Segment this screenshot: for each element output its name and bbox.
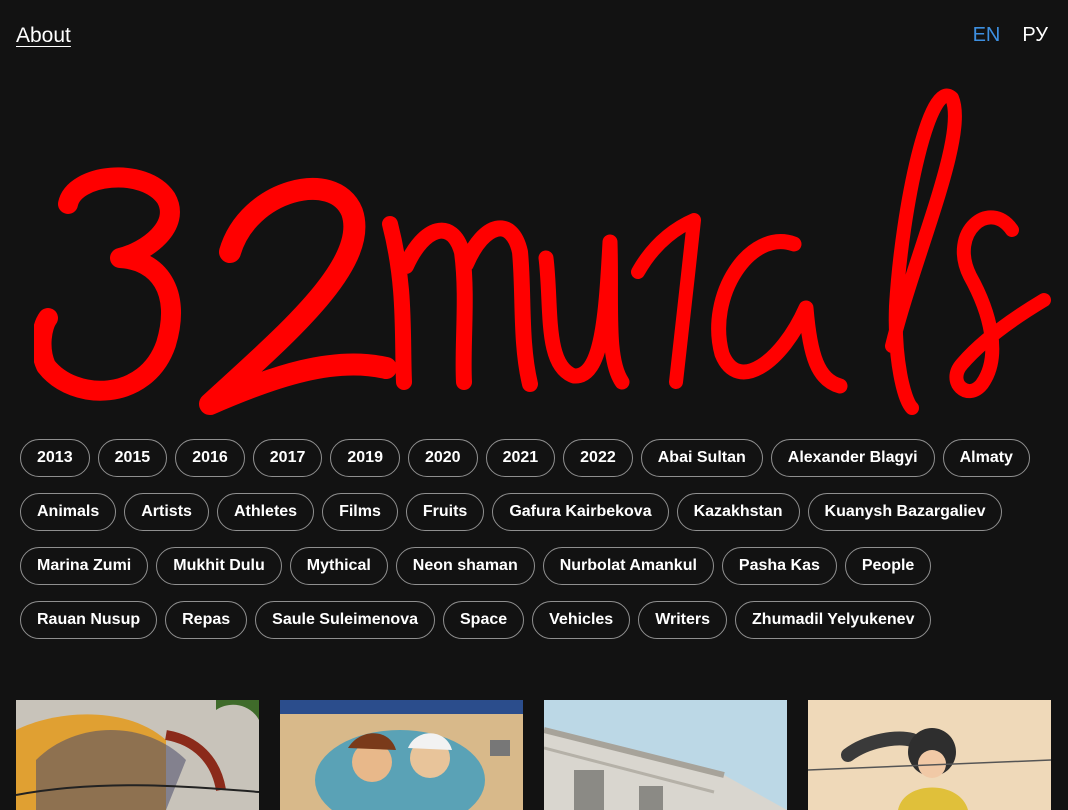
tag-filter[interactable]: 2022 — [563, 439, 633, 477]
tag-list: 2013 2015 2016 2017 2019 2020 2021 2022 Abai Sul… — [20, 439, 1050, 639]
site-logo — [31, 86, 1054, 416]
tag-filter[interactable]: Vehicles — [532, 601, 631, 639]
tag-filter[interactable]: Animals — [20, 493, 117, 531]
tag-filter[interactable]: Almaty — [942, 439, 1030, 477]
lang-ru-button[interactable]: РУ — [1022, 24, 1048, 47]
tag-filter[interactable]: 2015 — [97, 439, 168, 477]
language-switcher: EN РУ — [973, 24, 1048, 47]
tag-filter[interactable]: Abai Sultan — [640, 439, 763, 477]
tag-filter[interactable]: Artists — [124, 493, 209, 531]
tag-filter[interactable]: 2021 — [485, 439, 556, 477]
tag-filter[interactable]: Marina Zumi — [20, 547, 149, 585]
tag-filter[interactable]: Pasha Kas — [721, 547, 837, 585]
tag-filter[interactable]: Nurbolat Amankul — [542, 547, 714, 585]
lang-en-button[interactable]: EN — [973, 24, 1001, 47]
mural-thumbnail[interactable] — [808, 700, 1051, 810]
tag-filter[interactable]: Rauan Nusup — [20, 601, 158, 639]
mural-gallery — [16, 700, 1054, 810]
mural-thumbnail[interactable] — [280, 700, 523, 810]
tag-filter[interactable]: 2020 — [407, 439, 478, 477]
about-link[interactable]: About — [16, 24, 71, 48]
tag-filter[interactable]: 2019 — [330, 439, 400, 477]
tag-filter[interactable]: People — [844, 547, 932, 585]
tag-filter[interactable]: Films — [322, 493, 398, 531]
tag-filter[interactable]: Gafura Kairbekova — [492, 493, 669, 531]
tag-filter[interactable]: Neon shaman — [395, 547, 535, 585]
mural-thumbnail[interactable] — [544, 700, 787, 810]
tag-filter[interactable]: Repas — [165, 601, 248, 639]
tag-filter[interactable]: Alexander Blagyi — [770, 439, 935, 477]
tag-filter[interactable]: 2016 — [175, 439, 245, 477]
tag-filter[interactable]: 2017 — [252, 439, 323, 477]
tag-filter[interactable]: Zhumadil Yelyukenev — [735, 601, 932, 639]
tag-filter[interactable]: Mythical — [289, 547, 388, 585]
tag-filter[interactable]: Writers — [638, 601, 728, 639]
tag-filter[interactable]: Fruits — [405, 493, 485, 531]
tag-filter[interactable]: Space — [443, 601, 525, 639]
tag-filter[interactable]: Athletes — [216, 493, 315, 531]
tag-filter[interactable]: Saule Suleimenova — [255, 601, 435, 639]
tag-filter[interactable]: Kazakhstan — [676, 493, 800, 531]
tag-filter[interactable]: Mukhit Dulu — [156, 547, 282, 585]
tag-filter[interactable]: Kuanysh Bazargaliev — [807, 493, 1003, 531]
tag-filter[interactable]: 2013 — [20, 439, 90, 477]
mural-thumbnail[interactable] — [16, 700, 259, 810]
